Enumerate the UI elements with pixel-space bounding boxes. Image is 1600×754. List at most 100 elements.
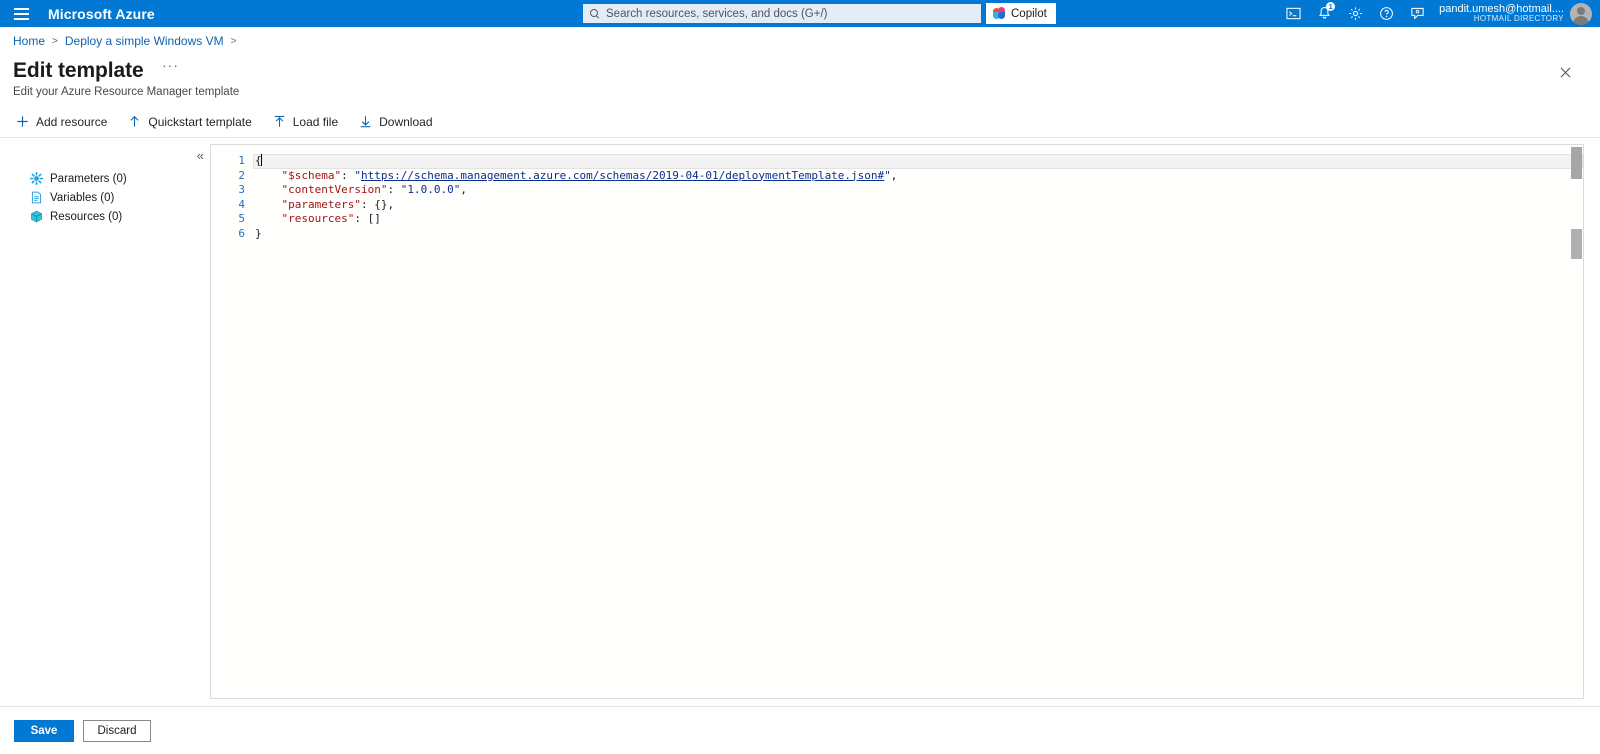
editor-vertical-scrollbar[interactable] (1570, 145, 1583, 698)
breadcrumb-item-home[interactable]: Home (13, 34, 45, 48)
code-line[interactable]: "$schema": "https://schema.management.az… (253, 169, 1583, 184)
load-file-button[interactable]: Load file (273, 111, 349, 133)
hamburger-bar (13, 7, 29, 10)
load-file-label: Load file (292, 114, 339, 129)
account-directory: HOTMAIL DIRECTORY (1473, 14, 1564, 24)
code-token-punct: : (360, 197, 375, 211)
editor-body: 123456 { "$schema": "https://schema.mana… (211, 153, 1583, 242)
line-number: 5 (238, 212, 245, 226)
variables-page-icon (30, 191, 43, 204)
page-subtitle: Edit your Azure Resource Manager templat… (13, 86, 240, 98)
download-icon (359, 115, 372, 128)
global-search[interactable] (583, 4, 981, 23)
code-token-brace: } (255, 226, 262, 240)
page-header: Edit template ··· Edit your Azure Resour… (0, 55, 1600, 98)
page-title: Edit template (13, 59, 144, 82)
breadcrumb-item-deploy[interactable]: Deploy a simple Windows VM (65, 34, 224, 48)
line-number-gutter: 123456 (211, 153, 253, 242)
plus-icon (16, 115, 29, 128)
azure-brand-link[interactable]: Microsoft Azure (48, 6, 155, 22)
code-token-prop: "contentVersion" (281, 183, 388, 197)
template-sidebar: « Parameters (0) Variables (0) Resources… (0, 144, 210, 698)
scrollbar-marker[interactable] (1571, 229, 1582, 259)
main-content: « Parameters (0) Variables (0) Resources… (0, 138, 1600, 699)
command-bar: Add resource Quickstart template Load fi… (0, 106, 1600, 137)
add-resource-button[interactable]: Add resource (16, 111, 118, 133)
hamburger-icon[interactable] (0, 0, 42, 27)
code-token-str: " (354, 168, 361, 182)
code-line[interactable]: } (253, 227, 1583, 242)
cloud-shell-icon[interactable] (1278, 0, 1309, 27)
code-line[interactable]: { (253, 154, 1583, 169)
sidebar-item-resources[interactable]: Resources (0) (0, 207, 210, 226)
code-token-punct: : (387, 183, 401, 197)
close-icon[interactable] (1556, 63, 1574, 81)
code-token-brace: {} (374, 197, 388, 211)
line-number: 2 (238, 168, 245, 182)
code-token-link[interactable]: https://schema.management.azure.com/sche… (361, 169, 884, 182)
scrollbar-thumb[interactable] (1571, 147, 1582, 179)
search-input[interactable] (606, 5, 975, 22)
code-line[interactable]: "resources": [] (253, 212, 1583, 227)
line-number: 6 (238, 226, 245, 240)
copilot-label: Copilot (1011, 7, 1047, 20)
resources-cube-icon (30, 210, 43, 223)
breadcrumb: Home > Deploy a simple Windows VM > (0, 27, 1600, 55)
sidebar-item-variables[interactable]: Variables (0) (0, 188, 210, 207)
download-label: Download (379, 114, 433, 129)
header-actions: 1 pandit.umesh@hotmail.... HOTMAIL DIREC… (1278, 0, 1596, 27)
line-number: 1 (238, 154, 245, 167)
notification-badge: 1 (1326, 2, 1336, 11)
sidebar-item-label: Variables (0) (50, 191, 115, 204)
breadcrumb-separator: > (230, 35, 237, 47)
feedback-icon[interactable] (1402, 0, 1433, 27)
line-number: 3 (238, 183, 245, 197)
quickstart-template-button[interactable]: Quickstart template (128, 111, 262, 133)
hamburger-bar (13, 12, 29, 15)
template-code-editor[interactable]: 123456 { "$schema": "https://schema.mana… (210, 144, 1584, 699)
help-question-icon[interactable] (1371, 0, 1402, 27)
editor-top-strip (211, 145, 1583, 153)
notifications-icon[interactable]: 1 (1309, 0, 1340, 27)
avatar[interactable] (1570, 2, 1592, 25)
code-area[interactable]: { "$schema": "https://schema.management.… (253, 153, 1583, 242)
code-token-punct: , (890, 168, 898, 182)
code-token-punct: : (341, 168, 355, 182)
copilot-button[interactable]: Copilot (986, 3, 1056, 24)
hamburger-bar (13, 17, 29, 20)
quickstart-template-label: Quickstart template (148, 114, 252, 129)
code-token-prop: "parameters" (281, 197, 361, 211)
text-cursor (260, 154, 262, 166)
discard-button[interactable]: Discard (83, 719, 151, 742)
code-token-prop: "$schema" (281, 168, 342, 182)
download-button[interactable]: Download (359, 111, 443, 133)
code-token-punct: : (354, 212, 368, 226)
code-line[interactable]: "parameters": {}, (253, 198, 1583, 213)
account-text: pandit.umesh@hotmail.... HOTMAIL DIRECTO… (1439, 3, 1564, 24)
breadcrumb-separator: > (52, 35, 58, 47)
upload-icon (273, 115, 286, 128)
save-button[interactable]: Save (14, 719, 74, 742)
code-line[interactable]: "contentVersion": "1.0.0.0", (253, 183, 1583, 198)
footer-action-bar: Save Discard (0, 706, 1600, 754)
account-menu[interactable]: pandit.umesh@hotmail.... HOTMAIL DIRECTO… (1439, 2, 1596, 25)
code-token-str: "1.0.0.0" (400, 183, 461, 197)
code-token-brace: [] (367, 212, 381, 226)
arrow-up-icon (128, 115, 141, 128)
collapse-sidebar-button[interactable]: « (197, 149, 204, 162)
code-token-punct: , (387, 197, 395, 211)
sidebar-item-label: Parameters (0) (50, 172, 127, 185)
sidebar-item-parameters[interactable]: Parameters (0) (0, 169, 210, 188)
code-token-prop: "resources" (281, 212, 355, 226)
code-token-punct: , (460, 183, 467, 197)
search-icon (589, 8, 601, 20)
copilot-icon (993, 7, 1006, 20)
line-number: 4 (238, 197, 245, 211)
more-options-button[interactable]: ··· (162, 57, 179, 73)
settings-gear-icon[interactable] (1340, 0, 1371, 27)
global-header: Microsoft Azure Copilot 1 pandit.umesh@h (0, 0, 1600, 27)
